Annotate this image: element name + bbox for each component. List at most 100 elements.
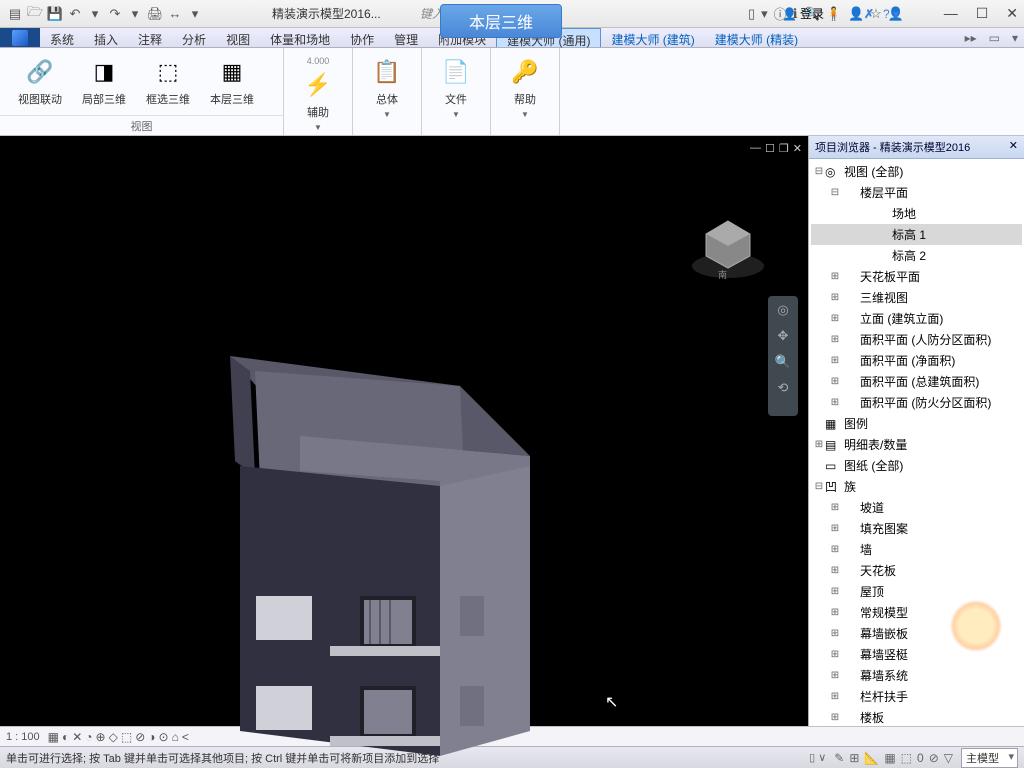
status-icon[interactable]: ▽: [944, 751, 953, 765]
expand-icon[interactable]: ⊞: [829, 376, 841, 387]
close-icon[interactable]: ✕: [793, 142, 802, 155]
expand-icon[interactable]: ⊞: [829, 271, 841, 282]
model-combo[interactable]: 主模型: [961, 748, 1018, 768]
menu-tab[interactable]: 视图: [216, 28, 260, 47]
tree-node[interactable]: 标高 1: [811, 224, 1022, 245]
status-icon[interactable]: ▦: [884, 751, 895, 765]
tool-icon[interactable]: 👤: [848, 6, 864, 22]
viewbar-icon[interactable]: ⌂: [172, 730, 179, 744]
orbit-icon[interactable]: ⟲: [778, 380, 789, 396]
viewbar-icon[interactable]: ◔: [85, 730, 92, 744]
viewbar-icon[interactable]: ◐: [62, 730, 69, 744]
menu-tab[interactable]: 管理: [384, 28, 428, 47]
expand-icon[interactable]: ⊞: [829, 355, 841, 366]
minimize-icon[interactable]: —: [944, 5, 958, 22]
expand-icon[interactable]: ⊞: [829, 712, 841, 723]
expand-icon[interactable]: ⊞: [829, 397, 841, 408]
expand-icon[interactable]: ⊟: [829, 187, 841, 198]
tree-node[interactable]: ⊞幕墙嵌板: [811, 623, 1022, 644]
expand-icon[interactable]: ⊞: [829, 628, 841, 639]
tree-node[interactable]: ⊞墙: [811, 539, 1022, 560]
ribbon-button[interactable]: 📄文件▼: [430, 52, 482, 131]
tree-node[interactable]: ▦图例: [811, 413, 1022, 434]
menu-tab[interactable]: 体量和场地: [260, 28, 340, 47]
menu-tab[interactable]: 建模大师 (精装): [705, 28, 808, 47]
status-icon[interactable]: ⊘: [929, 751, 939, 765]
viewport-3d[interactable]: — ☐ ❐ ✕ 南 ◎ ✥ 🔍 ⟲ ↖: [0, 136, 808, 726]
viewcube[interactable]: 南: [688, 206, 768, 286]
nav-bar[interactable]: ◎ ✥ 🔍 ⟲: [768, 296, 798, 416]
expand-icon[interactable]: ⊟: [813, 166, 825, 177]
viewbar-icon[interactable]: ▦: [48, 730, 59, 744]
expand-icon[interactable]: ⊞: [829, 313, 841, 324]
tree-node[interactable]: ⊞幕墙竖梃: [811, 644, 1022, 665]
tree-node[interactable]: ⊞填充图案: [811, 518, 1022, 539]
tree-node[interactable]: ▭图纸 (全部): [811, 455, 1022, 476]
expand-icon[interactable]: ⊞: [829, 607, 841, 618]
tree-node[interactable]: ⊞幕墙系统: [811, 665, 1022, 686]
qat-icon[interactable]: ↔: [166, 5, 184, 23]
minimize-icon[interactable]: —: [750, 142, 761, 155]
ext-icon[interactable]: ▸▸: [959, 28, 983, 47]
expand-icon[interactable]: ⊞: [829, 649, 841, 660]
ribbon-button[interactable]: 4.000⚡辅助▼: [292, 52, 344, 136]
tree-node[interactable]: ⊞常规模型: [811, 602, 1022, 623]
qat-icon[interactable]: 🖨: [146, 5, 164, 23]
viewbar-icon[interactable]: ⊙: [159, 730, 169, 744]
menu-tab[interactable]: 插入: [84, 28, 128, 47]
expand-icon[interactable]: ⊞: [829, 292, 841, 303]
viewbar-icon[interactable]: ⊕: [96, 730, 106, 744]
menu-tab[interactable]: 建模大师 (建筑): [601, 28, 704, 47]
expand-icon[interactable]: ⊞: [829, 565, 841, 576]
expand-icon[interactable]: ⊞: [829, 502, 841, 513]
tree-node[interactable]: ⊟◎视图 (全部): [811, 161, 1022, 182]
menu-tab[interactable]: 系统: [40, 28, 84, 47]
tree-node[interactable]: ⊞▤明细表/数量: [811, 434, 1022, 455]
tree-node[interactable]: ⊞楼板: [811, 707, 1022, 726]
menu-tab[interactable]: 协作: [340, 28, 384, 47]
qat-icon[interactable]: ▾: [186, 5, 204, 23]
tree-node[interactable]: ⊟凹族: [811, 476, 1022, 497]
expand-icon[interactable]: ⊞: [829, 334, 841, 345]
restore-icon[interactable]: ❐: [779, 142, 789, 155]
tool-icon[interactable]: ▾: [761, 6, 768, 22]
viewbar-icon[interactable]: ✕: [72, 730, 82, 744]
status-icon[interactable]: ⬚: [901, 751, 912, 765]
qat-icon[interactable]: 🗁: [26, 5, 44, 23]
tree-node[interactable]: ⊞屋顶: [811, 581, 1022, 602]
pan-icon[interactable]: ✥: [778, 328, 789, 344]
qat-icon[interactable]: ▾: [86, 5, 104, 23]
qat-icon[interactable]: 💾: [46, 5, 64, 23]
expand-icon[interactable]: ⊞: [829, 670, 841, 681]
ribbon-button[interactable]: 🔑帮助▼: [499, 52, 551, 131]
tree-node[interactable]: ⊞面积平面 (总建筑面积): [811, 371, 1022, 392]
tree-node[interactable]: 标高 2: [811, 245, 1022, 266]
maximize-icon[interactable]: ☐: [765, 142, 775, 155]
zoom-icon[interactable]: 🔍: [775, 354, 791, 370]
expand-icon[interactable]: ⊞: [829, 691, 841, 702]
viewbar-icon[interactable]: ◇: [109, 730, 118, 744]
tree-node[interactable]: ⊞面积平面 (净面积): [811, 350, 1022, 371]
menu-tab[interactable]: 分析: [172, 28, 216, 47]
ribbon-button[interactable]: 📋总体▼: [361, 52, 413, 131]
tree-node[interactable]: ⊞面积平面 (防火分区面积): [811, 392, 1022, 413]
tree-node[interactable]: ⊞坡道: [811, 497, 1022, 518]
login[interactable]: 👤登录: [782, 5, 824, 22]
status-icon[interactable]: 0: [917, 751, 924, 765]
expand-icon[interactable]: ⊟: [813, 481, 825, 492]
expand-icon[interactable]: ⊞: [829, 523, 841, 534]
ribbon-button[interactable]: ⬚框选三维: [136, 52, 200, 111]
tree-node[interactable]: 场地: [811, 203, 1022, 224]
steering-icon[interactable]: ◎: [777, 302, 788, 318]
qat-icon[interactable]: ↷: [106, 5, 124, 23]
tree-node[interactable]: ⊞天花板平面: [811, 266, 1022, 287]
ribbon-button[interactable]: 🔗视图联动: [8, 52, 72, 111]
maximize-icon[interactable]: ☐: [976, 5, 989, 22]
tree-node[interactable]: ⊞立面 (建筑立面): [811, 308, 1022, 329]
ribbon-button[interactable]: ▦本层三维: [200, 52, 264, 111]
tree-node[interactable]: ⊞栏杆扶手: [811, 686, 1022, 707]
app-menu[interactable]: [0, 28, 40, 47]
ext-icon[interactable]: ▾: [1006, 28, 1024, 47]
close-icon[interactable]: ✕: [1009, 139, 1018, 155]
tool-icon[interactable]: 🧍: [826, 6, 842, 22]
